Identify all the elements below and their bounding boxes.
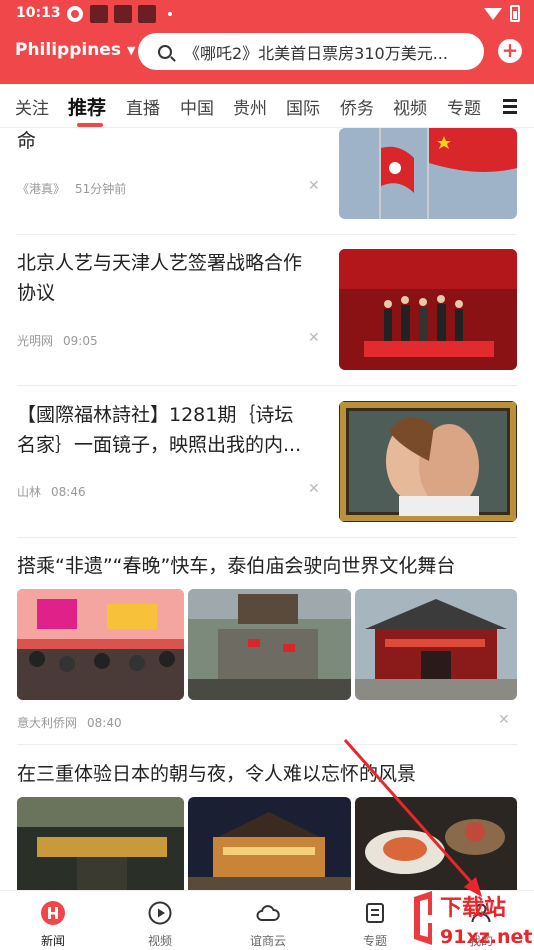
tab-video[interactable]: 视频: [393, 94, 427, 119]
article-time: 51分钟前: [75, 182, 127, 196]
article-time: 08:40: [87, 716, 122, 730]
status-notification-icons: [66, 5, 172, 23]
status-time: 10:13: [16, 5, 61, 21]
close-icon[interactable]: ✕: [498, 712, 510, 728]
tab-overseas[interactable]: 侨务: [340, 94, 374, 119]
nav-label: 视频: [147, 934, 172, 948]
nav-topics[interactable]: 专题: [335, 901, 415, 949]
article-thumbnail[interactable]: [339, 128, 517, 219]
app-notification-icon: [67, 6, 83, 22]
tab-live[interactable]: 直播: [126, 94, 160, 119]
article-title[interactable]: 北京人艺与天津人艺签署战略合作 协议: [17, 248, 302, 308]
status-bar: 10:13: [0, 0, 534, 28]
wifi-icon: [484, 7, 502, 20]
notification-icon: [90, 5, 108, 23]
article-time: 09:05: [63, 334, 98, 348]
article-title-line: 北京人艺与天津人艺签署战略合作: [17, 252, 303, 274]
add-button[interactable]: +: [498, 39, 522, 63]
play-icon: [148, 901, 172, 925]
watermark-text-main: 下载站: [440, 895, 506, 921]
article-title[interactable]: 【國際福林詩社】1281期｛诗坛 名家｝一面镜子，映照出我的内...: [17, 400, 301, 460]
app-header: 10:13 Philippines ▼ 《哪吒2》北美首日票房310万美元...…: [0, 0, 534, 84]
annotation-arrow-icon: [343, 739, 482, 897]
watermark-text-url: 91xz.net: [440, 926, 532, 948]
divider: [17, 385, 517, 386]
tab-recommended[interactable]: 推荐: [68, 93, 106, 120]
article-source: 意大利侨网: [17, 716, 78, 730]
nav-label: 新闻: [40, 934, 65, 948]
nav-label: 专题: [362, 934, 387, 948]
article-image[interactable]: [17, 589, 184, 700]
active-tab-indicator: [77, 123, 103, 127]
close-icon[interactable]: ✕: [308, 330, 320, 346]
divider: [17, 234, 517, 235]
article-title-line: 【國際福林詩社】1281期｛诗坛: [17, 404, 294, 426]
nav-business-cloud[interactable]: 谊商云: [228, 901, 308, 949]
article-source: 光明网: [17, 334, 54, 348]
search-bar[interactable]: 《哪吒2》北美首日票房310万美元...: [138, 33, 484, 70]
menu-icon[interactable]: [503, 99, 517, 114]
article-title-line: 协议: [17, 282, 56, 304]
nav-label: 谊商云: [249, 934, 286, 948]
article-image[interactable]: [188, 589, 351, 700]
article-source: 山林: [17, 485, 42, 499]
article-image[interactable]: [188, 797, 351, 890]
article-meta: 光明网 09:05: [17, 332, 108, 349]
search-icon: [158, 44, 172, 59]
article-meta: 山林 08:46: [17, 483, 96, 500]
nav-news[interactable]: 新闻: [13, 901, 93, 949]
tab-china[interactable]: 中国: [180, 94, 214, 119]
tab-follow[interactable]: 关注: [15, 94, 49, 119]
article-time: 08:46: [51, 485, 86, 499]
chevron-down-icon: ▼: [126, 43, 136, 57]
search-hint-text: 《哪吒2》北美首日票房310万美元...: [184, 43, 448, 63]
article-meta: 意大利侨网 08:40: [17, 714, 132, 731]
tab-guizhou[interactable]: 贵州: [233, 94, 267, 119]
divider: [17, 537, 517, 538]
channel-tabs: 关注 推荐 直播 中国 贵州 国际 侨务 视频 专题: [0, 84, 534, 128]
tab-topics[interactable]: 专题: [447, 94, 481, 119]
article-title[interactable]: 命: [17, 126, 36, 156]
news-icon: [41, 901, 65, 925]
notification-icon: [138, 5, 156, 23]
close-icon[interactable]: ✕: [308, 178, 320, 194]
article-thumbnail[interactable]: [339, 401, 517, 522]
close-icon[interactable]: ✕: [308, 481, 320, 497]
article-meta: 《港真》 51分钟前: [17, 180, 136, 197]
battery-icon: [510, 5, 520, 22]
region-label: Philippines: [15, 40, 121, 60]
article-image[interactable]: [355, 589, 517, 700]
article-image[interactable]: [17, 797, 184, 890]
article-thumbnail[interactable]: [339, 249, 517, 370]
tab-international[interactable]: 国际: [286, 94, 320, 119]
region-selector[interactable]: Philippines ▼: [15, 40, 135, 60]
nav-video[interactable]: 视频: [120, 901, 200, 949]
watermark-logo: 下载站 91xz.net: [410, 885, 534, 950]
notification-icon: [114, 5, 132, 23]
article-source: 《港真》: [17, 182, 66, 196]
article-title-line: 名家｝一面镜子，映照出我的内...: [17, 434, 302, 456]
article-title[interactable]: 搭乘“非遗”“春晚”快车，泰伯庙会驶向世界文化舞台: [17, 551, 455, 581]
more-notifications-dot-icon: [168, 12, 172, 16]
cloud-icon: [256, 905, 280, 921]
